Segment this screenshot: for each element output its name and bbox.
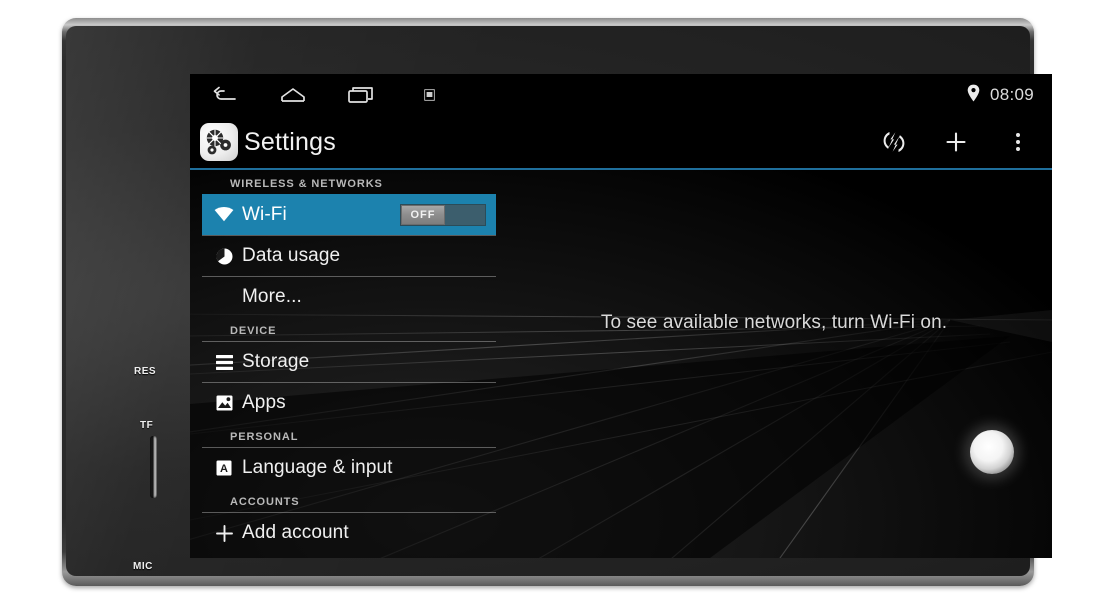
navigation-keys [190, 84, 442, 106]
settings-row-storage[interactable]: Storage [202, 341, 496, 382]
plus-icon[interactable] [944, 129, 968, 155]
settings-row-apps[interactable]: Apps [202, 382, 496, 423]
section-header-wireless: WIRELESS & NETWORKS [230, 178, 383, 190]
touchscreen-display[interactable]: 08:09 Settings WIRELESS & NETWORKS Wi-Fi… [190, 74, 1052, 558]
language-input-icon: A [214, 458, 234, 478]
page-title: Settings [244, 127, 336, 156]
back-arrow-icon[interactable] [212, 84, 238, 106]
wifi-toggle-switch[interactable]: OFF [400, 203, 486, 226]
settings-action-bar: Settings [190, 116, 1052, 170]
settings-row-label: Wi-Fi [242, 203, 287, 225]
screenshot-icon[interactable] [416, 84, 442, 106]
overflow-menu-icon[interactable] [1006, 129, 1030, 155]
settings-content: WIRELESS & NETWORKS Wi-Fi OFF Data usage… [190, 170, 1052, 558]
settings-row-more[interactable]: More... [202, 276, 496, 317]
section-header-device: DEVICE [230, 325, 277, 337]
settings-gears-icon [200, 123, 238, 161]
tf-card-slot[interactable] [150, 436, 157, 498]
settings-list[interactable]: WIRELESS & NETWORKS Wi-Fi OFF Data usage… [190, 170, 496, 558]
microphone-label: MIC [133, 561, 153, 572]
settings-row-label: Language & input [242, 457, 393, 478]
section-header-personal: PERSONAL [230, 431, 299, 443]
wifi-toggle-state: OFF [401, 204, 445, 225]
sync-icon[interactable] [882, 129, 906, 155]
screen-reflection-glow [970, 430, 1014, 474]
settings-row-data-usage[interactable]: Data usage [202, 235, 496, 276]
tf-card-slot-label: TF [140, 420, 154, 431]
status-bar-clock: 08:09 [989, 85, 1034, 104]
data-usage-icon [214, 246, 234, 266]
location-pin-icon [967, 84, 980, 107]
recent-apps-icon[interactable] [348, 84, 374, 106]
settings-row-language-input[interactable]: A Language & input [202, 447, 496, 488]
settings-row-label: Apps [242, 392, 286, 413]
section-header-accounts: ACCOUNTS [230, 496, 300, 508]
storage-icon [214, 352, 234, 372]
settings-row-label: Data usage [242, 245, 341, 266]
wifi-detail-pane: To see available networks, turn Wi-Fi on… [496, 170, 1052, 558]
home-icon[interactable] [280, 84, 306, 106]
settings-row-add-account[interactable]: Add account [202, 512, 496, 553]
android-status-bar: 08:09 [190, 74, 1052, 116]
status-bar-right: 08:09 [967, 84, 1052, 107]
settings-row-label: Storage [242, 351, 310, 372]
empty-state-message: To see available networks, turn Wi-Fi on… [600, 312, 948, 333]
settings-row-wifi[interactable]: Wi-Fi OFF [202, 194, 496, 235]
settings-row-label: Add account [242, 522, 349, 543]
settings-row-label: More... [242, 286, 302, 307]
reset-button-label[interactable]: RES [134, 366, 156, 377]
apps-icon [214, 393, 234, 413]
plus-icon [214, 523, 234, 543]
svg-text:A: A [220, 463, 228, 475]
head-unit-device-frame: RES TF MIC 08:09 Settings WIRELESS & NET… [62, 18, 1052, 586]
wifi-icon [214, 205, 234, 225]
action-bar-buttons [882, 129, 1052, 155]
